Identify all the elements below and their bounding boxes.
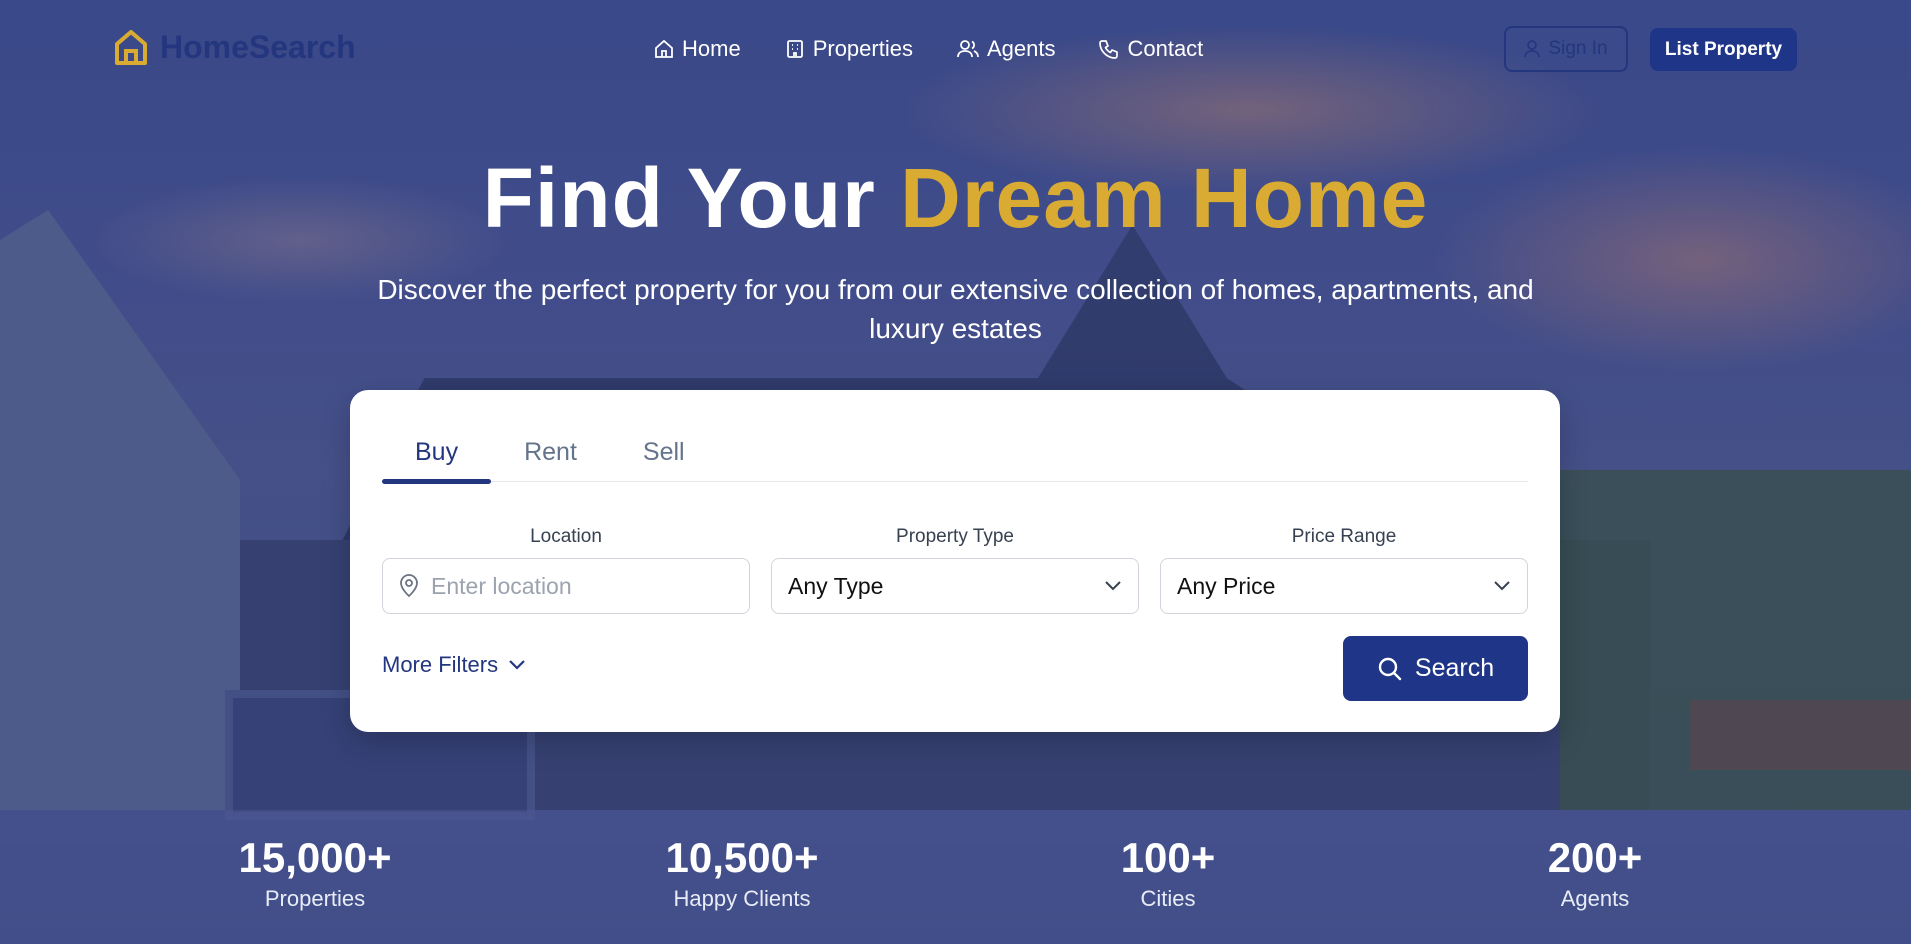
phone-icon: [1099, 39, 1119, 59]
stat-agents: 200+ Agents: [1445, 834, 1745, 912]
more-filters-toggle[interactable]: More Filters: [382, 652, 526, 678]
location-placeholder: Enter location: [431, 572, 572, 599]
property-type-select[interactable]: Any Type: [771, 558, 1139, 614]
tab-sell[interactable]: Sell: [610, 422, 718, 482]
stat-label: Agents: [1560, 886, 1630, 911]
stat-properties: 15,000+ Properties: [165, 834, 465, 912]
location-field: Location Enter location: [382, 526, 750, 614]
nav-agents[interactable]: Agents: [957, 36, 1056, 62]
hero-subtitle: Discover the perfect property for you fr…: [377, 274, 1534, 344]
chevron-down-icon: [508, 659, 526, 671]
property-type-value: Any Type: [788, 572, 884, 599]
home-icon: [654, 39, 674, 59]
search-tabs: Buy Rent Sell: [382, 422, 1528, 484]
hero-title-accent: Dream Home: [900, 151, 1429, 245]
chevron-down-icon: [1493, 580, 1511, 592]
tab-buy[interactable]: Buy: [382, 422, 492, 484]
search-icon: [1377, 656, 1403, 682]
nav-properties-label: Properties: [812, 36, 913, 61]
main-nav: Home Properties Agents Contact: [654, 36, 1203, 62]
users-icon: [957, 39, 979, 59]
hero-title-part1: Find Your: [482, 151, 876, 245]
nav-contact[interactable]: Contact: [1099, 36, 1203, 62]
search-button[interactable]: Search: [1343, 636, 1528, 701]
sign-in-button[interactable]: Sign In: [1504, 26, 1628, 72]
building-icon: [785, 39, 805, 59]
price-range-value: Any Price: [1177, 572, 1276, 599]
nav-contact-label: Contact: [1127, 36, 1204, 61]
search-card: Buy Rent Sell Location Enter location Pr…: [350, 390, 1560, 732]
price-range-field: Price Range Any Price: [1160, 526, 1528, 614]
stat-happy-clients: 10,500+ Happy Clients: [592, 834, 892, 912]
stat-label: Happy Clients: [673, 886, 811, 911]
property-type-label: Property Type: [896, 526, 1014, 547]
property-type-field: Property Type Any Type: [771, 526, 1139, 614]
sign-in-label: Sign In: [1548, 38, 1608, 59]
list-property-button[interactable]: List Property: [1650, 28, 1797, 71]
stat-value: 15,000+: [238, 834, 392, 881]
stat-label: Cities: [1140, 886, 1196, 911]
map-pin-icon: [399, 574, 419, 598]
price-range-select[interactable]: Any Price: [1160, 558, 1528, 614]
stat-cities: 100+ Cities: [1018, 834, 1318, 912]
stats-bar: 15,000+ Properties 10,500+ Happy Clients…: [0, 810, 1911, 944]
location-input[interactable]: Enter location: [382, 558, 750, 614]
stat-value: 10,500+: [665, 834, 819, 881]
logo[interactable]: HomeSearch: [114, 28, 356, 66]
nav-properties[interactable]: Properties: [785, 36, 913, 62]
nav-agents-label: Agents: [986, 36, 1056, 61]
hero-title: Find Your Dream Home: [0, 150, 1911, 247]
stat-label: Properties: [264, 886, 366, 911]
chevron-down-icon: [1104, 580, 1122, 592]
site-header: HomeSearch Home Properties Agents Contac…: [0, 0, 1911, 100]
brand-name: HomeSearch: [160, 28, 356, 65]
price-range-label: Price Range: [1291, 526, 1397, 547]
nav-home-label: Home: [682, 36, 741, 61]
tab-rent[interactable]: Rent: [491, 422, 610, 482]
stat-value: 100+: [1120, 834, 1216, 881]
user-icon: [1524, 40, 1541, 58]
more-filters-label: More Filters: [382, 652, 499, 677]
nav-home[interactable]: Home: [654, 36, 741, 62]
search-button-label: Search: [1414, 654, 1495, 682]
location-label: Location: [530, 526, 602, 547]
house-logo-icon: [114, 28, 148, 66]
stat-value: 200+: [1547, 834, 1643, 881]
